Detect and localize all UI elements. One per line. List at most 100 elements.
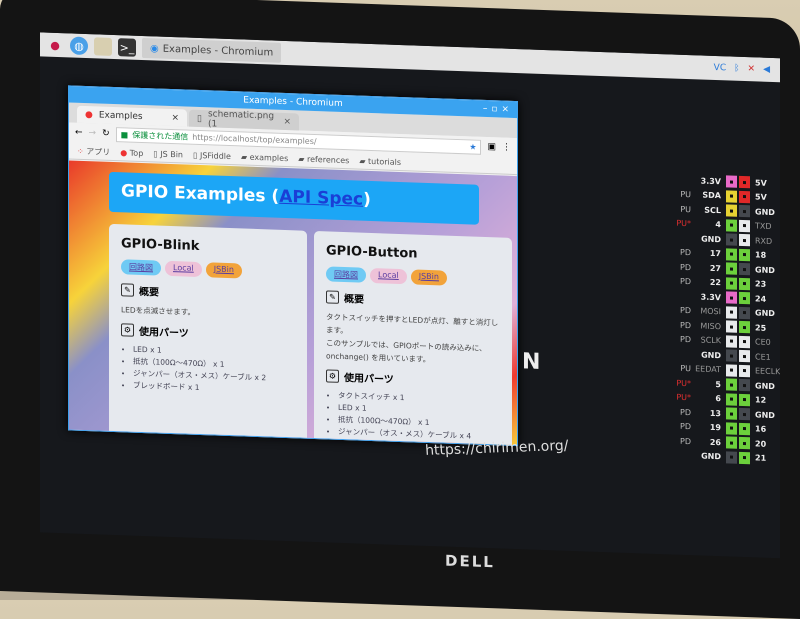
pin bbox=[726, 204, 737, 218]
pin-label: 22 bbox=[709, 278, 721, 288]
pull-label: PD bbox=[680, 335, 691, 345]
file-icon: ▯ bbox=[197, 113, 202, 124]
forward-icon[interactable]: → bbox=[89, 128, 97, 138]
bluetooth-icon[interactable]: ᛒ bbox=[734, 64, 739, 74]
apps-icon: ⁘ bbox=[77, 146, 84, 156]
menu-icon[interactable]: ⋮ bbox=[502, 143, 511, 153]
pin-label: CE1 bbox=[755, 352, 771, 362]
window-controls[interactable]: –▫× bbox=[483, 101, 513, 118]
page-content: GPIO Examples (API Spec) GPIO-Blink 回路図 Lo… bbox=[69, 160, 517, 446]
pull-label: PU bbox=[680, 364, 691, 374]
pin-label: 3.3V bbox=[700, 176, 721, 186]
pin-label: RXD bbox=[755, 236, 773, 246]
pin-label: 20 bbox=[755, 439, 767, 449]
pin bbox=[739, 379, 750, 392]
example-card: GPIO-Button 回路図 Local JSBin ✎ 概要 タクトスイッチを押すとLE… bbox=[314, 230, 512, 446]
taskbar: ● ◍ >_ ◉ Examples - Chromium VC ᛒ ✕ ◀ bbox=[40, 32, 780, 83]
card-title: GPIO-Button bbox=[326, 243, 418, 262]
bookmark-top[interactable]: ● Top bbox=[120, 148, 143, 158]
card-link-2[interactable]: JSBin bbox=[410, 269, 447, 286]
pin bbox=[726, 291, 737, 305]
pin bbox=[726, 407, 737, 421]
bookmark-jsfiddle[interactable]: ▯ JSFiddle bbox=[193, 150, 231, 160]
card-link-1[interactable]: Local bbox=[370, 267, 407, 285]
card-link-0[interactable]: 回路図 bbox=[326, 266, 366, 283]
card-link-2[interactable]: JSBin bbox=[205, 262, 242, 279]
pull-label bbox=[670, 455, 691, 456]
star-icon[interactable]: ★ bbox=[469, 142, 476, 151]
pin bbox=[739, 190, 750, 203]
pin bbox=[739, 393, 750, 406]
network-icon[interactable]: ✕ bbox=[748, 64, 756, 74]
pin bbox=[726, 349, 737, 363]
pin bbox=[739, 248, 750, 261]
page-title: GPIO Examples (API Spec) bbox=[109, 171, 479, 225]
pin-label: 26 bbox=[709, 437, 721, 447]
extension-icon[interactable]: ▣ bbox=[487, 142, 496, 152]
taskbar-task-chromium[interactable]: ◉ Examples - Chromium bbox=[142, 37, 282, 63]
volume-icon[interactable]: ◀ bbox=[763, 65, 770, 75]
pin bbox=[726, 364, 737, 377]
pin-label: GND bbox=[755, 381, 775, 391]
raspberry-icon[interactable]: ● bbox=[46, 36, 64, 55]
pin bbox=[739, 335, 750, 348]
pin bbox=[739, 176, 750, 189]
parts-heading: ⚙ 使用パーツ bbox=[121, 322, 295, 343]
pin bbox=[739, 451, 750, 464]
pin-label: 3.3V bbox=[700, 292, 721, 302]
vnc-icon[interactable]: VC bbox=[714, 63, 726, 73]
pin bbox=[726, 422, 737, 435]
api-spec-link[interactable]: API Spec bbox=[279, 187, 363, 210]
pin-label: GND bbox=[701, 234, 721, 244]
close-tab-icon[interactable]: × bbox=[283, 116, 291, 126]
pin bbox=[739, 205, 750, 218]
pin-label: SCL bbox=[704, 205, 721, 215]
background-letter: N bbox=[522, 349, 541, 375]
pin-label: 13 bbox=[709, 408, 721, 418]
pull-label bbox=[670, 296, 691, 297]
folder-icon[interactable] bbox=[94, 37, 112, 56]
page-icon: ▯ bbox=[193, 150, 198, 160]
pin-label: 16 bbox=[755, 424, 767, 435]
chip-icon: ⚙ bbox=[326, 369, 339, 383]
card-links: 回路図 Local JSBin bbox=[326, 266, 500, 287]
pull-label: PU* bbox=[676, 378, 691, 388]
favicon-icon: ● bbox=[85, 109, 93, 120]
pin bbox=[726, 306, 737, 319]
card-link-1[interactable]: Local bbox=[165, 260, 202, 278]
back-icon[interactable]: ← bbox=[75, 128, 83, 138]
pin-label: CE0 bbox=[755, 337, 771, 348]
dell-logo: DELL bbox=[445, 551, 495, 572]
screen: ● ◍ >_ ◉ Examples - Chromium VC ᛒ ✕ ◀ Exa… bbox=[40, 32, 780, 559]
pin-label: TXD bbox=[755, 221, 772, 232]
chromium-icon: ◉ bbox=[150, 42, 159, 55]
example-card: GPIO-Blink 回路図 Local JSBin ✎ 概要 LEDを点滅させます。 ⚙ 使用… bbox=[109, 223, 307, 446]
pull-label: PU* bbox=[676, 392, 691, 403]
bookmark-examples[interactable]: ▰ examples bbox=[241, 152, 288, 163]
folder-icon: ▰ bbox=[240, 151, 248, 162]
bookmark-references[interactable]: ▰ references bbox=[298, 154, 349, 165]
reload-icon[interactable]: ↻ bbox=[102, 129, 110, 139]
pin bbox=[739, 422, 750, 435]
pin-label: MISO bbox=[700, 321, 721, 331]
pin bbox=[739, 263, 750, 276]
pin-label: 19 bbox=[709, 423, 721, 433]
overview-text: LEDを点滅させます。 bbox=[121, 305, 195, 317]
globe-icon[interactable]: ◍ bbox=[70, 36, 88, 56]
pin bbox=[739, 321, 750, 334]
pin bbox=[726, 277, 737, 290]
pin-label: GND bbox=[755, 265, 775, 275]
gpio-pinout: 3.3V 5V PU SDA 5V PU SCL GND PU* 4 TXD PD GND RXD PU PD… bbox=[670, 172, 780, 466]
pull-label: PU bbox=[680, 204, 691, 214]
pin-label: MOSI bbox=[700, 306, 721, 317]
bookmark-tutorials[interactable]: ▰ tutorials bbox=[359, 156, 401, 166]
monitor: ● ◍ >_ ◉ Examples - Chromium VC ᛒ ✕ ◀ Exa… bbox=[0, 0, 800, 619]
close-tab-icon[interactable]: × bbox=[171, 113, 179, 123]
card-link-0[interactable]: 回路図 bbox=[121, 259, 161, 276]
bookmark-jsbin[interactable]: ▯ JS Bin bbox=[153, 149, 183, 159]
pull-label: PD bbox=[680, 422, 691, 432]
terminal-icon[interactable]: >_ bbox=[118, 38, 136, 57]
pin-label: GND bbox=[701, 451, 721, 462]
bookmark-apps[interactable]: ⁘ アプリ bbox=[77, 145, 110, 157]
pin-label: EEDAT bbox=[695, 364, 721, 375]
